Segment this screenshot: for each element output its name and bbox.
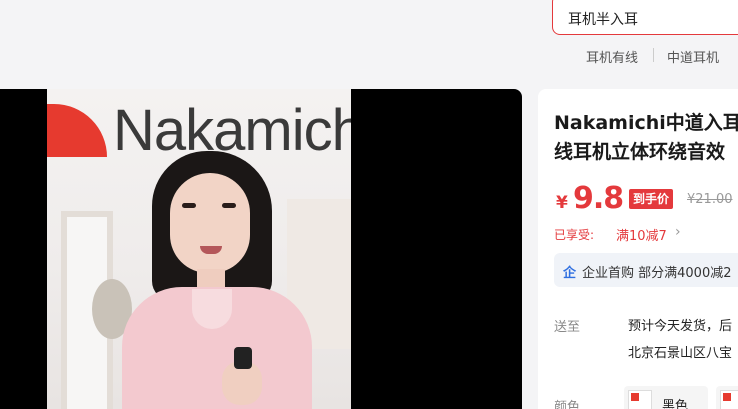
- color-thumbnail: [628, 390, 652, 409]
- product-title-line: 线耳机立体环绕音效: [554, 141, 726, 163]
- shipping-address[interactable]: 北京石景山区八宝: [628, 342, 732, 361]
- enterprise-offer-banner[interactable]: 企 企业首购 部分满4000减2: [554, 253, 738, 287]
- presenter-face: [170, 173, 250, 273]
- enterprise-offer-text: 企业首购 部分满4000减2: [582, 266, 732, 281]
- product-title-line: Nakamichi中道入耳: [554, 112, 738, 134]
- product-info-panel: Nakamichi中道入耳 线耳机立体环绕音效 ¥ 9.8 到手价 ¥21.00…: [538, 89, 738, 409]
- color-option-second[interactable]: [716, 386, 738, 409]
- hot-keyword-link[interactable]: 耳机有线: [586, 47, 638, 66]
- product-title: Nakamichi中道入耳 线耳机立体环绕音效: [554, 109, 738, 167]
- color-option-label: 黑色: [662, 399, 689, 409]
- search-input[interactable]: 耳机半入耳: [552, 0, 738, 35]
- divider: [653, 48, 654, 62]
- color-option-black[interactable]: 黑色: [624, 386, 708, 409]
- promo-label: 已享受:: [554, 228, 595, 242]
- color-thumbnail: [720, 390, 738, 409]
- presenter-eye: [182, 203, 196, 208]
- price-badge: 到手价: [629, 189, 674, 209]
- price: 9.8: [573, 181, 624, 216]
- shipping-estimate: 预计今天发货，后: [628, 319, 733, 334]
- earphone-case: [234, 347, 252, 369]
- presenter: [122, 151, 322, 409]
- presenter-eye: [222, 203, 236, 208]
- hot-keyword-link[interactable]: 中道耳机: [667, 47, 719, 66]
- currency-symbol: ¥: [556, 193, 568, 213]
- original-price: ¥21.00: [687, 192, 733, 207]
- shipping-label: 送至: [554, 320, 581, 335]
- enterprise-icon: 企: [563, 266, 577, 281]
- video-frame: Nakamichi: [47, 89, 351, 409]
- color-label: 颜色: [554, 400, 581, 409]
- search-query: 耳机半入耳: [568, 12, 638, 28]
- product-video[interactable]: Nakamichi: [0, 89, 522, 409]
- presenter-collar: [192, 289, 232, 329]
- brand-logo-shape: [47, 104, 107, 157]
- promo-link[interactable]: 满10减7: [616, 225, 667, 244]
- chevron-right-icon[interactable]: ›: [675, 224, 681, 240]
